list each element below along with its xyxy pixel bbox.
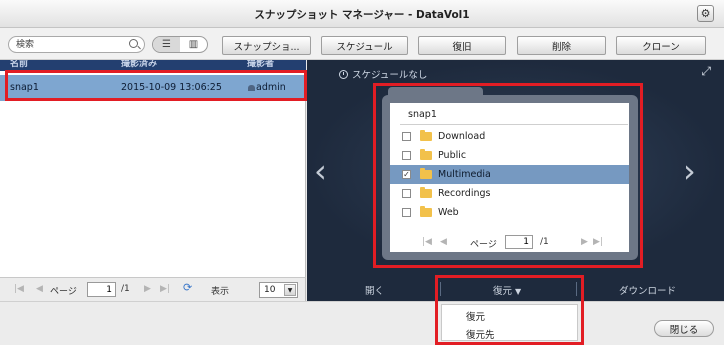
list-pager: |◀ ◀ ページ /1 ▶ ▶| ⟳ 表示 10 ▼ [0, 277, 306, 301]
folder-item-multimedia[interactable]: ✓ Multimedia [390, 165, 629, 184]
download-button[interactable]: ダウンロード [619, 283, 676, 297]
view-toggle[interactable]: ☰ ▥ [152, 36, 208, 53]
page-total: /1 [540, 237, 549, 247]
divider [400, 124, 628, 125]
search-box[interactable] [8, 36, 145, 53]
folder-label: Public [438, 150, 467, 161]
revert-button[interactable]: 復旧 [418, 36, 506, 55]
snapshot-name: snap1 [10, 82, 39, 93]
first-page-icon[interactable]: |◀ [14, 284, 24, 294]
schedule-button[interactable]: スケジュール [321, 36, 408, 55]
restore-label: 復元 [493, 286, 513, 297]
folder-item-web[interactable]: Web [390, 203, 629, 222]
menu-item-restore-to[interactable]: 復元先 [442, 324, 577, 342]
window-title: スナップショット マネージャー - DataVol1 [254, 9, 470, 21]
schedule-status: スケジュールなし [339, 67, 427, 81]
next-page-icon[interactable]: ▶ [144, 284, 151, 294]
divider [576, 282, 577, 296]
column-header-taken[interactable]: 撮影済み [121, 60, 157, 69]
show-label: 表示 [211, 287, 230, 297]
divider [440, 282, 441, 296]
folder-icon [420, 168, 432, 179]
folder-checkbox[interactable] [402, 151, 411, 160]
folder-icon [420, 187, 432, 198]
title-bar: スナップショット マネージャー - DataVol1 ⚙ [0, 0, 724, 28]
folder-item-download[interactable]: Download [390, 127, 629, 146]
schedule-text: スケジュールなし [352, 70, 428, 81]
prev-snapshot-arrow[interactable]: ‹ [314, 155, 327, 187]
snapshot-folder-title: snap1 [408, 109, 437, 120]
folder-checkbox[interactable] [402, 189, 411, 198]
folder-item-public[interactable]: Public [390, 146, 629, 165]
per-page-select[interactable]: 10 ▼ [259, 282, 298, 298]
menu-item-restore[interactable]: 復元 [442, 306, 577, 324]
folder-icon [420, 130, 432, 141]
prev-page-icon[interactable]: ◀ [440, 237, 447, 247]
folder-browser: snap1 Download Public ✓ Multimedia Recor… [390, 103, 629, 252]
list-header: 名前 撮影済み 撮影者 [0, 60, 306, 71]
page-label: ページ [50, 287, 77, 297]
folder-icon [420, 149, 432, 160]
first-page-icon[interactable]: |◀ [422, 237, 432, 247]
action-bar: 開く 復元 ▼ ダウンロード [307, 277, 724, 301]
expand-icon[interactable]: ⤢ [701, 64, 711, 79]
toolbar: ☰ ▥ スナップショ... スケジュール 復旧 削除 クローン [0, 28, 724, 60]
folder-item-recordings[interactable]: Recordings [390, 184, 629, 203]
list-view-icon[interactable]: ☰ [153, 37, 180, 52]
refresh-icon[interactable]: ⟳ [183, 281, 192, 294]
close-button[interactable]: 閉じる [654, 320, 714, 337]
last-page-icon[interactable]: ▶| [160, 284, 170, 294]
clock-icon [339, 70, 348, 79]
chevron-down-icon[interactable]: ▼ [284, 284, 296, 296]
detail-view-icon[interactable]: ▥ [180, 37, 207, 52]
next-page-icon[interactable]: ▶ [581, 237, 588, 247]
restore-menu: 復元 復元先 [441, 304, 578, 341]
page-total: /1 [121, 284, 130, 294]
folder-label: Multimedia [438, 169, 491, 180]
folder-label: Web [438, 207, 459, 218]
column-header-name[interactable]: 名前 [10, 60, 28, 69]
open-button[interactable]: 開く [365, 283, 384, 297]
page-label: ページ [470, 240, 497, 250]
snapshot-list: 名前 撮影済み 撮影者 snap1 2015-10-09 13:06:25 ad… [0, 60, 306, 277]
page-input[interactable] [87, 282, 116, 297]
search-icon[interactable] [129, 39, 138, 48]
folder-page-input[interactable] [505, 235, 533, 249]
chevron-down-icon: ▼ [515, 287, 522, 296]
folder-checkbox[interactable] [402, 208, 411, 217]
user-icon [248, 85, 255, 91]
prev-page-icon[interactable]: ◀ [36, 284, 43, 294]
clone-button[interactable]: クローン [616, 36, 706, 55]
folder-checkbox[interactable] [402, 132, 411, 141]
snapshot-preview: スケジュールなし ⤢ ‹ › snap1 Download Public ✓ M… [307, 60, 724, 277]
folder-pager: |◀ ◀ ページ /1 ▶ ▶| [390, 234, 629, 251]
search-input[interactable] [16, 38, 126, 51]
snapshot-button[interactable]: スナップショ... [222, 36, 311, 55]
last-page-icon[interactable]: ▶| [593, 237, 603, 247]
snapshot-taken: 2015-10-09 13:06:25 [121, 82, 222, 93]
table-row[interactable]: snap1 2015-10-09 13:06:25 admin [0, 75, 306, 101]
folder-label: Download [438, 131, 486, 142]
restore-button[interactable]: 復元 ▼ [493, 283, 521, 297]
delete-button[interactable]: 削除 [517, 36, 606, 55]
folder-icon [420, 206, 432, 217]
footer: 閉じる [0, 301, 724, 345]
snapshot-taken-by: admin [256, 82, 286, 93]
gear-icon[interactable]: ⚙ [697, 5, 714, 22]
per-page-value: 10 [264, 285, 276, 295]
next-snapshot-arrow[interactable]: › [683, 155, 696, 187]
folder-label: Recordings [438, 188, 491, 199]
column-header-by[interactable]: 撮影者 [247, 60, 274, 69]
folder-checkbox[interactable]: ✓ [402, 170, 411, 179]
